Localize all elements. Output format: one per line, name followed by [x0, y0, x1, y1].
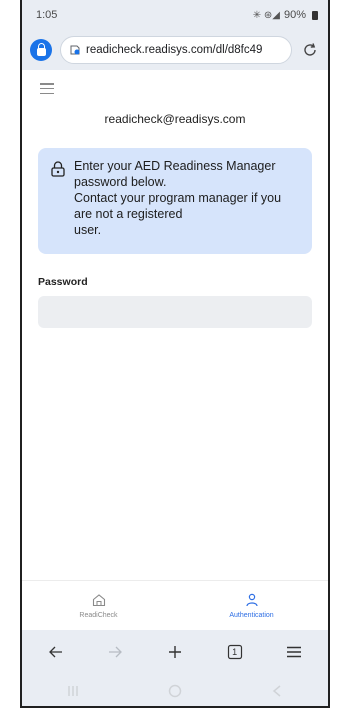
browser-menu-icon[interactable]: [280, 638, 308, 666]
menu-bar-bottom: [40, 92, 54, 94]
system-navigation-bar: [22, 674, 328, 706]
account-email: readicheck@readisys.com: [104, 112, 246, 126]
page-menu-icon[interactable]: [40, 83, 54, 94]
system-back-icon[interactable]: [267, 684, 287, 698]
menu-bar-middle: [40, 87, 54, 90]
forward-arrow-icon[interactable]: [101, 638, 129, 666]
reload-icon[interactable]: [300, 40, 320, 60]
url-text[interactable]: readicheck.readisys.com/dl/d8fc49: [86, 44, 262, 56]
recent-apps-icon[interactable]: [63, 684, 83, 698]
home-circle-icon[interactable]: [165, 684, 185, 698]
tab-count: 1: [232, 647, 238, 657]
battery-percent: 90%: [283, 9, 306, 21]
app-bottom-nav: ReadiCheck Authentication: [22, 580, 328, 630]
tab-switcher-button[interactable]: 1: [221, 638, 249, 666]
status-indicators: ✳ ⊛◢ 90%: [253, 9, 318, 21]
info-text-line: user.: [74, 223, 102, 237]
nav-item-readicheck[interactable]: ReadiCheck: [22, 581, 175, 630]
password-info-box: Enter your AED Readiness Manager passwor…: [38, 148, 312, 254]
menu-bar-top: [40, 83, 54, 85]
phone-frame: 1:05 ✳ ⊛◢ 90% readicheck.readisys.com/dl…: [20, 0, 330, 708]
info-text-line: Enter your AED Readiness Manager: [74, 159, 276, 173]
person-icon: [245, 593, 259, 609]
password-field[interactable]: [38, 296, 312, 328]
info-text-line: password below.: [74, 175, 167, 189]
lock-icon: [51, 161, 65, 177]
info-text-line: are not a registered: [74, 207, 183, 221]
browser-address-row: readicheck.readisys.com/dl/d8fc49: [22, 30, 328, 70]
signal-icon: ✳ ⊛◢: [252, 9, 280, 21]
status-bar: 1:05 ✳ ⊛◢ 90%: [22, 0, 328, 30]
nav-label: Authentication: [229, 611, 274, 619]
battery-icon: [312, 10, 318, 20]
site-info-icon[interactable]: [69, 44, 81, 56]
status-time: 1:05: [36, 9, 58, 21]
address-bar[interactable]: readicheck.readisys.com/dl/d8fc49: [60, 36, 292, 64]
browser-profile-button[interactable]: [30, 39, 52, 61]
incognito-lock-icon: [36, 42, 46, 56]
browser-toolbar: 1: [22, 630, 328, 674]
nav-item-authentication[interactable]: Authentication: [175, 581, 328, 630]
info-text-line: Contact your program manager if you: [74, 191, 282, 205]
password-label: Password: [38, 276, 88, 288]
nav-label: ReadiCheck: [79, 611, 118, 619]
back-arrow-icon[interactable]: [42, 638, 70, 666]
home-icon: [92, 593, 106, 609]
new-tab-plus-icon[interactable]: [161, 638, 189, 666]
